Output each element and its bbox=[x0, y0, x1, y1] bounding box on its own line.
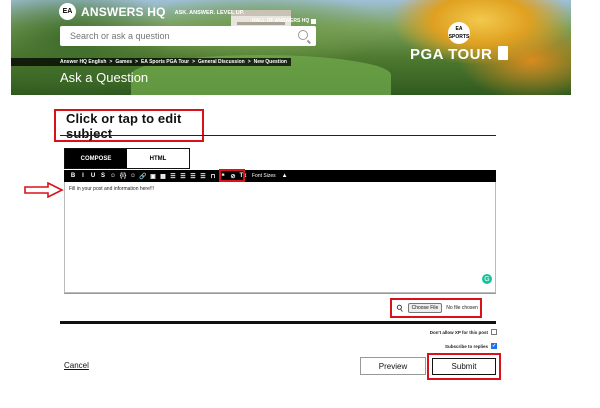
subscribe-checkbox[interactable]: ✓ bbox=[491, 343, 497, 349]
breadcrumb-new-question: New Question bbox=[253, 59, 287, 65]
cancel-link[interactable]: Cancel bbox=[64, 361, 89, 370]
option-no-xp-label: Don't allow XP for this post bbox=[429, 329, 488, 335]
ea-logo-icon: EA bbox=[59, 3, 76, 20]
bold-icon[interactable]: B bbox=[68, 171, 78, 181]
bookmark-icon[interactable]: ⊓ bbox=[208, 171, 218, 181]
page-title: Ask a Question bbox=[60, 70, 149, 85]
option-subscribe-label: Subscribe to replies bbox=[444, 343, 488, 349]
breadcrumb: Answer HQ English > Games > EA Sports PG… bbox=[11, 58, 291, 66]
ea-sports-badge: EA SPORTS bbox=[448, 22, 470, 44]
submit-highlight: Submit bbox=[427, 353, 501, 380]
brand-tagline: ASK. ANSWER. LEVEL UP. bbox=[174, 10, 245, 16]
numbered-list-icon[interactable]: ☰ bbox=[178, 171, 188, 181]
tab-html[interactable]: HTML bbox=[127, 149, 189, 168]
video-icon[interactable]: ▦ bbox=[158, 171, 168, 181]
paperclip-icon: ⚲ bbox=[394, 301, 406, 314]
underline-icon[interactable]: U bbox=[88, 171, 98, 181]
emoji-icon[interactable]: ☺ bbox=[108, 171, 118, 181]
editor-placeholder: Fill in your post and information here!!… bbox=[69, 186, 155, 192]
link-icon[interactable]: 🔗 bbox=[138, 171, 148, 181]
submit-button[interactable]: Submit bbox=[432, 358, 496, 375]
search-input[interactable] bbox=[70, 31, 290, 41]
preview-button[interactable]: Preview bbox=[360, 357, 426, 375]
post-body-editor[interactable]: Fill in your post and information here!!… bbox=[64, 182, 496, 293]
search-box[interactable] bbox=[60, 26, 316, 46]
text-color-icon[interactable]: ▲ bbox=[280, 171, 290, 181]
outdent-icon[interactable]: ☰ bbox=[198, 171, 208, 181]
editor-bottom-border bbox=[64, 293, 496, 294]
breadcrumb-answer-hq[interactable]: Answer HQ English bbox=[60, 59, 106, 65]
search-icon[interactable] bbox=[298, 30, 308, 40]
file-status: No file chosen bbox=[446, 305, 478, 311]
smiley-icon[interactable]: ☺ bbox=[128, 171, 138, 181]
strikethrough-icon[interactable]: S bbox=[98, 171, 108, 181]
subject-placeholder: Click or tap to edit subject bbox=[66, 110, 182, 141]
subject-divider bbox=[60, 135, 496, 136]
game-title: PGA TOUR bbox=[410, 46, 493, 63]
breadcrumb-general-discussion[interactable]: General Discussion bbox=[198, 59, 245, 65]
grammarly-icon[interactable]: G bbox=[482, 274, 492, 284]
breadcrumb-games[interactable]: Games bbox=[115, 59, 132, 65]
breadcrumb-pga-tour[interactable]: EA Sports PGA Tour bbox=[141, 59, 189, 65]
hall-icon bbox=[311, 18, 317, 24]
italic-icon[interactable]: I bbox=[78, 171, 88, 181]
media-buttons-highlight bbox=[219, 169, 245, 182]
spoiler-icon[interactable]: {i} bbox=[118, 171, 128, 181]
form-divider bbox=[60, 321, 496, 324]
editor-toolbar: B I U S ☺ {i} ☺ 🔗 ▣ ▦ ☰ ☰ ☰ ☰ ⊓ ❝ ⊘ Tx F… bbox=[64, 169, 496, 182]
pga-tour-icon bbox=[498, 46, 508, 60]
image-icon[interactable]: ▣ bbox=[148, 171, 158, 181]
option-no-xp[interactable]: Don't allow XP for this post bbox=[430, 329, 497, 335]
bullet-list-icon[interactable]: ☰ bbox=[168, 171, 178, 181]
red-arrow-annotation bbox=[24, 182, 64, 198]
indent-icon[interactable]: ☰ bbox=[188, 171, 198, 181]
subject-field[interactable]: Click or tap to edit subject bbox=[54, 109, 204, 142]
editor-tabs: COMPOSE HTML bbox=[64, 148, 190, 169]
hall-of-answers-link[interactable]: HALL OF ANSWERS HQ bbox=[252, 18, 317, 24]
tab-compose[interactable]: COMPOSE bbox=[65, 149, 127, 168]
attachment-area: ⚲ Choose File No file chosen bbox=[390, 298, 482, 318]
choose-file-button[interactable]: Choose File bbox=[407, 303, 443, 313]
font-sizes-dropdown[interactable]: Font Sizes bbox=[248, 171, 280, 181]
brand-header[interactable]: EA ANSWERS HQ ASK. ANSWER. LEVEL UP. bbox=[59, 3, 244, 20]
no-xp-checkbox[interactable] bbox=[491, 329, 497, 335]
brand-name: ANSWERS HQ bbox=[81, 4, 166, 19]
option-subscribe[interactable]: Subscribe to replies ✓ bbox=[445, 343, 497, 349]
